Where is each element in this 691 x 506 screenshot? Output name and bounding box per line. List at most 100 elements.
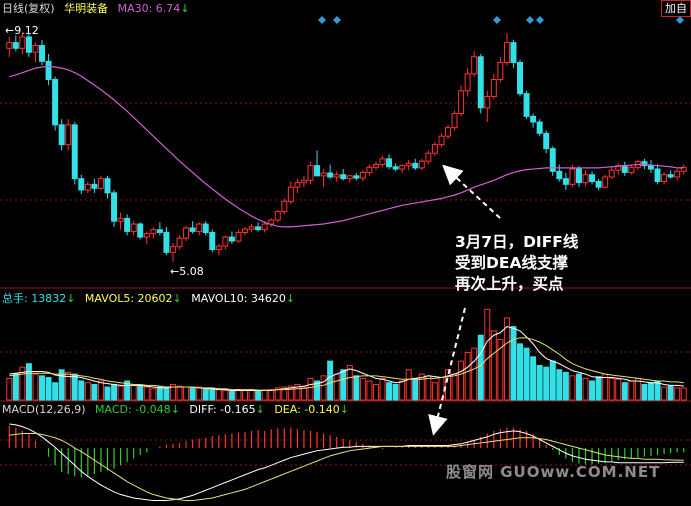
volume-bar (268, 389, 275, 401)
volume-bar (431, 382, 438, 401)
candle (445, 127, 451, 137)
candle (189, 227, 196, 232)
volume-bar (189, 387, 196, 401)
volume-bar (202, 389, 209, 401)
volume-bar (530, 356, 537, 401)
signal-marker-icon (536, 16, 544, 24)
volume-bar (143, 386, 150, 401)
diff-value: DIFF: -0.165↓ (189, 403, 265, 416)
candle (464, 73, 471, 92)
candle (261, 223, 268, 231)
annotation-line-3: 再次上升，买点 (455, 275, 564, 293)
candle (176, 237, 183, 248)
volume-bar (333, 373, 340, 401)
candle (196, 223, 203, 232)
candle (608, 169, 615, 178)
volume-bar (425, 375, 432, 401)
volume-bar (621, 382, 628, 401)
volume-bar (562, 371, 569, 401)
volume-bar (196, 386, 203, 401)
volume-bar (32, 373, 39, 401)
dea-value: DEA: -0.140↓ (274, 403, 349, 416)
signal-marker-icon (526, 16, 534, 24)
candle (484, 95, 491, 109)
volume-bar (78, 380, 85, 401)
volume-bar (392, 383, 399, 401)
candle (497, 61, 504, 80)
volume-bar (628, 380, 635, 401)
candle (569, 168, 576, 185)
volume-bar (117, 385, 124, 401)
volume-bar (137, 385, 144, 401)
volume-bar (71, 373, 78, 401)
candle (399, 165, 406, 170)
macd-value: MACD: -0.048↓ (95, 403, 180, 416)
candle (366, 166, 373, 173)
signal-marker-icon (318, 16, 326, 24)
candle (228, 236, 235, 242)
volume-bar (615, 378, 622, 401)
macd-indicator-name: MACD(12,26,9) (2, 403, 86, 416)
volume-bar (261, 390, 268, 401)
volume-bar (307, 377, 314, 401)
volume-bar (523, 347, 530, 401)
volume-bar (130, 384, 137, 401)
candle (405, 162, 412, 167)
volume-bar (6, 377, 13, 401)
candle (523, 93, 530, 117)
volume-bar (39, 375, 46, 401)
candle (477, 56, 484, 109)
annotation-line-2: 受到DEA线支撑 (455, 254, 568, 272)
volume-bar (556, 369, 563, 401)
volume-bar (510, 326, 517, 401)
volume-bar (484, 308, 491, 401)
candle (12, 42, 19, 49)
down-arrow-icon: ↓ (66, 292, 76, 305)
volume-bar (641, 383, 648, 401)
volume-bar (52, 382, 59, 401)
candle (575, 168, 582, 184)
candle (300, 179, 307, 184)
candle (418, 160, 425, 169)
volume-bar (150, 388, 157, 401)
volume-bar (608, 377, 615, 401)
volume-bar (379, 377, 386, 401)
candle (274, 211, 281, 221)
candle (327, 172, 334, 178)
annotation-text: 3月7日，DIFF线 受到DEA线支撑 再次上升，买点 (455, 232, 578, 295)
ma30-value: MA30: 6.74↓ (117, 2, 190, 15)
mavol5-value: MAVOL5: 20602↓ (84, 292, 182, 305)
candle (359, 171, 366, 179)
candle (169, 246, 176, 253)
candle (674, 170, 681, 178)
volume-bar (320, 375, 327, 401)
volume-bar (111, 383, 118, 401)
volume-bar (346, 364, 353, 401)
volume-bar (255, 390, 262, 401)
candle (222, 236, 229, 247)
candle (183, 227, 190, 239)
volume-bar (490, 330, 497, 401)
volume-bar (582, 377, 589, 401)
volume-bar (680, 387, 687, 401)
volume-bar (517, 343, 524, 401)
candle (150, 229, 157, 235)
candle (124, 217, 131, 232)
down-arrow-icon: ↓ (255, 403, 265, 416)
candle (412, 162, 419, 169)
adjust-button[interactable]: 加自 (661, 0, 691, 17)
candle (19, 36, 26, 49)
candle (294, 182, 301, 188)
candle (543, 132, 550, 150)
volume-bar (353, 375, 360, 401)
volume-bar (359, 377, 366, 401)
candle (248, 226, 255, 230)
candle (392, 166, 399, 170)
volume-bar (248, 389, 255, 401)
volume-bar (215, 389, 222, 401)
volume-bar (549, 360, 556, 401)
candle (255, 226, 262, 231)
candle (65, 124, 72, 146)
candle (458, 90, 465, 114)
signal-marker-icon (676, 16, 684, 24)
